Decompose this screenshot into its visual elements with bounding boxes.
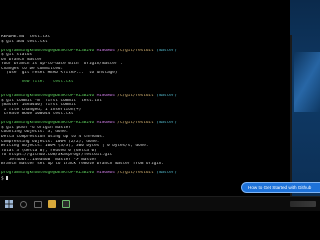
terminal-text-segment: programmingknowledge@DESKTOP-KL3B2V6 <box>1 121 97 126</box>
terminal-text-segment: /c/git/TestGit <box>117 94 157 99</box>
terminal-text-segment: programmingknowledge@DESKTOP-KL3B2V6 <box>1 94 97 99</box>
terminal-text-segment: [master 14ea4d0] first commit <box>1 103 77 108</box>
terminal-text-segment: Compressing objects: 100% (2/2), done. <box>1 139 100 144</box>
terminal-text-segment: programmingknowledge@DESKTOP-KL3B2V6 <box>1 48 97 53</box>
git-bash-icon[interactable] <box>62 200 70 208</box>
terminal-text-segment: Writing objects: 100% (3/3), 300 bytes |… <box>1 144 149 149</box>
terminal-text-segment: (use "git reset HEAD <file>..." to unsta… <box>1 71 118 76</box>
terminal-output: README.md test.txt $ git add test.txt prog… <box>1 35 290 181</box>
terminal-text-segment: Branch master set up to track remote bra… <box>1 162 164 167</box>
terminal-text-segment: Delta compression using up to 4 threads. <box>1 135 105 140</box>
terminal-cursor <box>6 175 9 180</box>
terminal-text-segment: README.md test.txt <box>1 35 51 39</box>
terminal-text-segment: MINGW64 <box>96 171 118 176</box>
terminal-text-segment: 5ef4b67..14ea4d0 master -> master <box>1 157 97 162</box>
terminal-text-segment: (master) <box>156 48 177 53</box>
terminal-text-segment: /c/git/TestGit <box>117 171 157 176</box>
terminal-text-segment: $ git add test.txt <box>1 39 48 44</box>
system-tray[interactable] <box>290 201 316 207</box>
terminal-text-segment: $ git push -u origin master <box>1 125 71 130</box>
terminal-text-segment: (master) <box>156 171 177 176</box>
terminal-text-segment: (master) <box>156 121 177 126</box>
terminal-text-segment: Changes to be committed: <box>1 66 64 71</box>
terminal-text-segment: (master) <box>156 94 177 99</box>
terminal-text-segment: /c/git/TestGit <box>117 121 157 126</box>
git-bash-terminal-window[interactable]: README.md test.txt $ git add test.txt prog… <box>0 35 290 196</box>
file-explorer-icon[interactable] <box>48 200 56 208</box>
terminal-text-segment: MINGW64 <box>96 48 118 53</box>
terminal-text-segment: $ git status <box>1 53 33 58</box>
terminal-text-segment: Counting objects: 3, done. <box>1 130 69 135</box>
terminal-text-segment: Your branch is up-to-date with 'origin/m… <box>1 62 123 67</box>
windows-start-icon[interactable] <box>5 200 13 208</box>
terminal-text-segment: /c/git/TestGit <box>117 48 157 53</box>
terminal-text-segment: 1 file changed, 1 insertion(+) <box>1 107 82 112</box>
terminal-text-segment: Total 3 (delta 0), reused 0 (delta 0) <box>1 148 97 153</box>
terminal-line: $ <box>1 175 290 181</box>
terminal-text-segment: On branch master <box>1 57 43 62</box>
terminal-scrollbar[interactable] <box>290 35 292 196</box>
video-title-banner: How to Get Started with Github <box>241 182 320 193</box>
desktop-wallpaper <box>290 0 320 196</box>
taskbar <box>0 196 320 211</box>
terminal-text-segment: MINGW64 <box>96 121 118 126</box>
desktop-screen: README.md test.txt $ git add test.txt prog… <box>0 0 320 240</box>
terminal-text-segment: To https://github.com/akasprogr/TestGit.… <box>1 153 113 158</box>
terminal-text-segment: $ git commit -m "first commit" test.txt <box>1 98 102 103</box>
terminal-text-segment: MINGW64 <box>96 94 118 99</box>
task-view-icon[interactable] <box>34 201 42 208</box>
terminal-text-segment: programmingknowledge@DESKTOP-KL3B2V6 <box>1 171 97 176</box>
terminal-text-segment: new file: test.txt <box>1 80 74 85</box>
search-icon[interactable] <box>20 201 27 208</box>
terminal-text-segment: create mode 100644 test.txt <box>1 112 74 117</box>
